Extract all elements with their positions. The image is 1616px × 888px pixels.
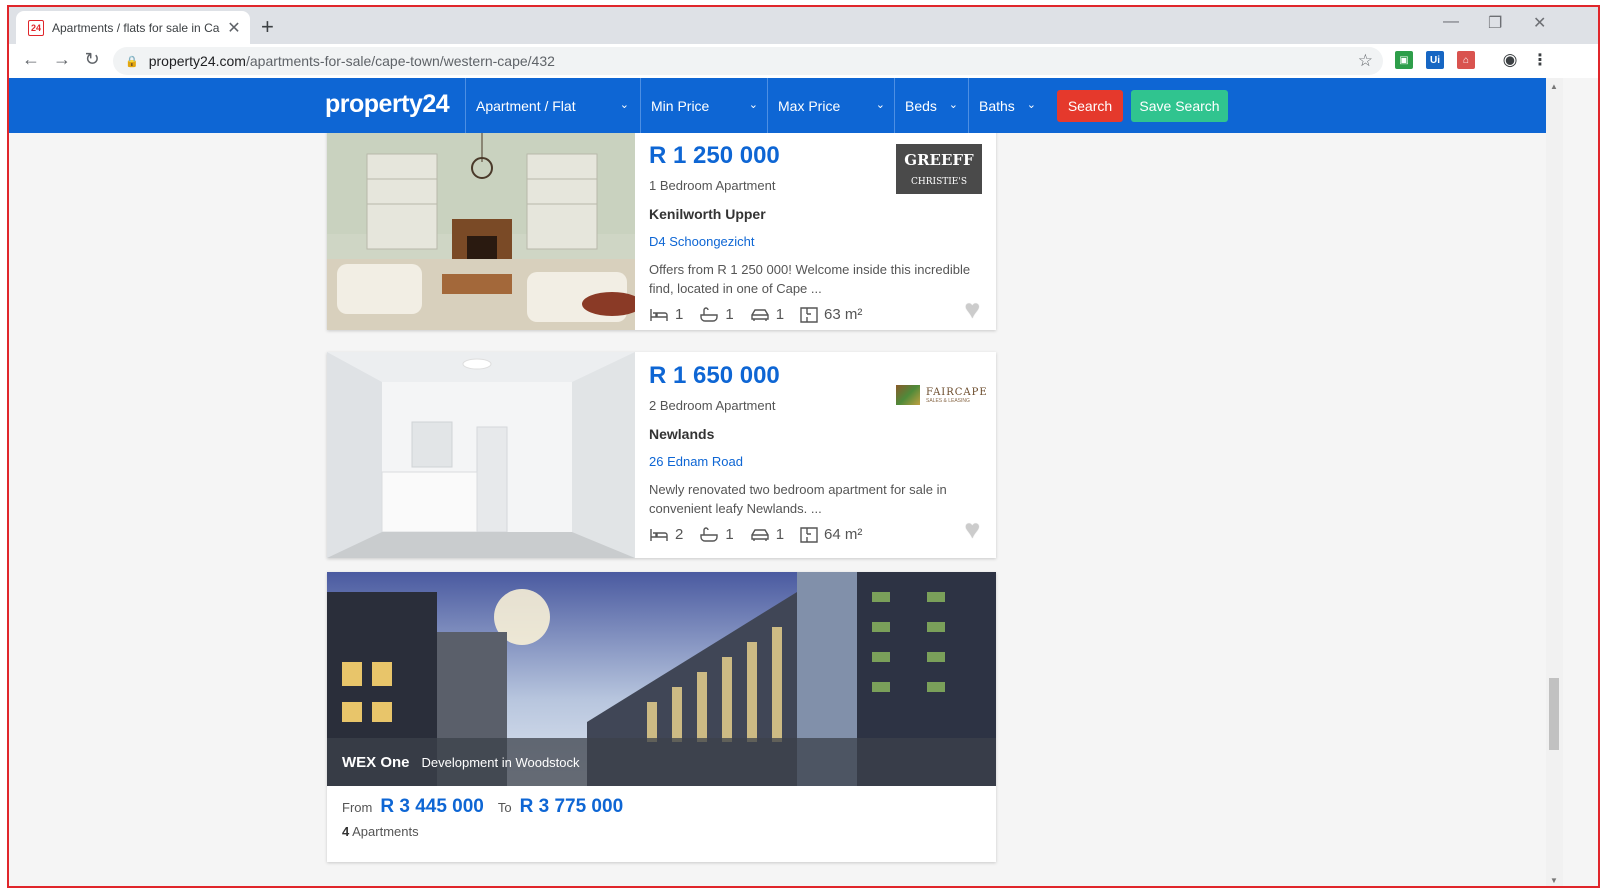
property24-logo[interactable]: property24 bbox=[325, 90, 450, 119]
floor-size: 64 m² bbox=[800, 526, 862, 543]
agency-logo[interactable]: FAIRCAPE SALES & LEASING bbox=[896, 370, 987, 420]
listing-results: R 1 250 000 1 Bedroom Apartment Kenilwor… bbox=[9, 133, 1546, 886]
site-header: property24 Apartment / Flat ⌄ Min Price ⌄ … bbox=[9, 78, 1546, 133]
listing-price[interactable]: R 1 250 000 bbox=[649, 142, 780, 170]
development-name[interactable]: WEX One bbox=[342, 754, 410, 771]
menu-kebab-icon[interactable]: ⋮ bbox=[1531, 51, 1549, 69]
development-caption: WEX One Development in Woodstock bbox=[327, 738, 996, 786]
page-scrollbar[interactable]: ▲ ▼ bbox=[1546, 78, 1563, 886]
bath-icon bbox=[700, 526, 719, 542]
lock-icon: 🔒 bbox=[125, 55, 139, 68]
listing-suburb: Newlands bbox=[649, 426, 715, 442]
listing-description: Offers from R 1 250 000! Welcome inside … bbox=[649, 262, 971, 296]
development-card[interactable]: WEX One Development in Woodstock From R … bbox=[327, 572, 996, 862]
favourite-heart-icon[interactable]: ♥ bbox=[965, 294, 980, 325]
property-type-dropdown[interactable]: Apartment / Flat ⌄ bbox=[465, 78, 639, 133]
car-icon bbox=[750, 528, 769, 541]
bedrooms: 2 bbox=[649, 526, 683, 543]
window-close-icon[interactable]: ✕ bbox=[1533, 13, 1546, 33]
forward-icon[interactable]: → bbox=[50, 49, 74, 70]
development-price-range: From R 3 445 000 To R 3 775 000 bbox=[342, 796, 637, 818]
min-price-dropdown[interactable]: Min Price ⌄ bbox=[640, 78, 768, 133]
floor-plan-icon bbox=[800, 306, 818, 323]
to-label: To bbox=[497, 800, 512, 815]
property24-favicon-icon: 24 bbox=[28, 19, 44, 36]
scroll-up-icon[interactable]: ▲ bbox=[1550, 82, 1558, 91]
agency-logo[interactable]: GREEFF CHRISTIE'S bbox=[896, 144, 982, 194]
scrollbar-thumb[interactable] bbox=[1549, 678, 1559, 750]
bathrooms: 1 bbox=[699, 306, 734, 323]
acrobat-icon[interactable]: ⌂ bbox=[1457, 51, 1475, 69]
reload-icon[interactable]: ↻ bbox=[80, 49, 104, 70]
uipath-icon[interactable]: Ui bbox=[1426, 51, 1444, 69]
development-subtitle: Development in Woodstock bbox=[421, 754, 580, 770]
listing-info: R 1 650 000 2 Bedroom Apartment Newlands… bbox=[649, 352, 996, 558]
close-tab-icon[interactable]: ✕ bbox=[226, 18, 242, 38]
beds-dropdown[interactable]: Beds ⌄ bbox=[894, 78, 968, 133]
floor-size: 63 m² bbox=[800, 306, 862, 323]
browser-tab[interactable]: 24 Apartments / flats for sale in Cape T… bbox=[16, 11, 250, 44]
back-icon[interactable]: ← bbox=[19, 49, 43, 70]
chevron-down-icon: ⌄ bbox=[1026, 99, 1036, 111]
new-tab-icon[interactable]: + bbox=[261, 14, 274, 40]
tab-strip: 24 Apartments / flats for sale in Cape T… bbox=[9, 7, 1598, 44]
chevron-down-icon: ⌄ bbox=[748, 99, 758, 111]
development-units: 4 Apartments bbox=[342, 824, 419, 839]
floor-plan-icon bbox=[800, 526, 818, 543]
units-label: Apartments bbox=[352, 824, 419, 839]
listing-photo[interactable] bbox=[327, 352, 635, 558]
bed-icon bbox=[650, 528, 668, 541]
listing-type: 1 Bedroom Apartment bbox=[649, 178, 776, 193]
listing-features: 2 1 1 64 m² bbox=[649, 526, 878, 543]
minimize-icon[interactable]: — bbox=[1443, 13, 1459, 31]
development-photo[interactable]: WEX One Development in Woodstock bbox=[327, 572, 996, 786]
restore-icon[interactable]: ❐ bbox=[1488, 13, 1502, 33]
max-price-dropdown[interactable]: Max Price ⌄ bbox=[767, 78, 895, 133]
listing-suburb: Kenilworth Upper bbox=[649, 206, 766, 222]
tab-title: Apartments / flats for sale in Cape Town bbox=[52, 20, 220, 35]
bookmark-star-icon[interactable]: ☆ bbox=[1358, 51, 1373, 71]
browser-toolbar: ← → ↻ 🔒 property24.com/apartments-for-sa… bbox=[9, 44, 1598, 78]
car-icon bbox=[750, 308, 769, 321]
to-price: R 3 775 000 bbox=[519, 796, 624, 817]
bathrooms: 1 bbox=[699, 526, 734, 543]
parking: 1 bbox=[750, 526, 784, 543]
search-button[interactable]: Search bbox=[1057, 90, 1123, 122]
listing-address[interactable]: D4 Schoongezicht bbox=[649, 234, 755, 249]
faircape-logo-mark bbox=[896, 385, 920, 405]
bedrooms: 1 bbox=[649, 306, 683, 323]
chevron-down-icon: ⌄ bbox=[875, 99, 885, 111]
chevron-down-icon: ⌄ bbox=[619, 99, 629, 111]
listing-card[interactable]: R 1 650 000 2 Bedroom Apartment Newlands… bbox=[327, 352, 996, 558]
parking: 1 bbox=[750, 306, 784, 323]
listing-photo[interactable] bbox=[327, 133, 635, 330]
profile-icon[interactable]: ◉ bbox=[1501, 50, 1519, 69]
address-bar[interactable]: 🔒 property24.com/apartments-for-sale/cap… bbox=[113, 47, 1383, 75]
baths-dropdown[interactable]: Baths ⌄ bbox=[968, 78, 1046, 133]
url-text: property24.com/apartments-for-sale/cape-… bbox=[148, 53, 555, 69]
from-label: From bbox=[342, 800, 373, 815]
listing-price[interactable]: R 1 650 000 bbox=[649, 362, 780, 390]
favourite-heart-icon[interactable]: ♥ bbox=[965, 514, 980, 545]
chevron-down-icon: ⌄ bbox=[948, 99, 958, 111]
bath-icon bbox=[700, 306, 719, 322]
listing-description: Newly renovated two bedroom apartment fo… bbox=[649, 482, 947, 516]
scroll-down-icon[interactable]: ▼ bbox=[1550, 876, 1558, 885]
from-price: R 3 445 000 bbox=[380, 796, 484, 817]
listing-card[interactable]: R 1 250 000 1 Bedroom Apartment Kenilwor… bbox=[327, 133, 996, 330]
browser-window: 24 Apartments / flats for sale in Cape T… bbox=[7, 5, 1600, 888]
listing-info: R 1 250 000 1 Bedroom Apartment Kenilwor… bbox=[649, 133, 996, 330]
listing-address[interactable]: 26 Ednam Road bbox=[649, 454, 743, 469]
grammarly-icon[interactable]: ▣ bbox=[1395, 51, 1413, 69]
units-count: 4 bbox=[342, 824, 350, 839]
listing-type: 2 Bedroom Apartment bbox=[649, 398, 776, 413]
bed-icon bbox=[650, 308, 668, 321]
listing-features: 1 1 1 63 m² bbox=[649, 306, 878, 323]
save-search-button[interactable]: Save Search bbox=[1131, 90, 1228, 122]
